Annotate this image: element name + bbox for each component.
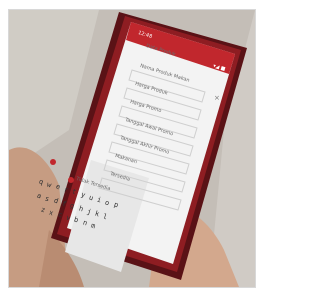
photo: × 12:48 ▾◢ ■ Data Produk Nama Produk Mak… <box>8 9 256 288</box>
radio-tersedia[interactable] <box>50 159 56 165</box>
close-icon[interactable]: × <box>214 94 220 102</box>
photo-scene: × <box>9 10 255 287</box>
radio-tidak-tersedia[interactable] <box>68 177 74 183</box>
photo-frame: × 12:48 ▾◢ ■ Data Produk Nama Produk Mak… <box>0 0 262 291</box>
